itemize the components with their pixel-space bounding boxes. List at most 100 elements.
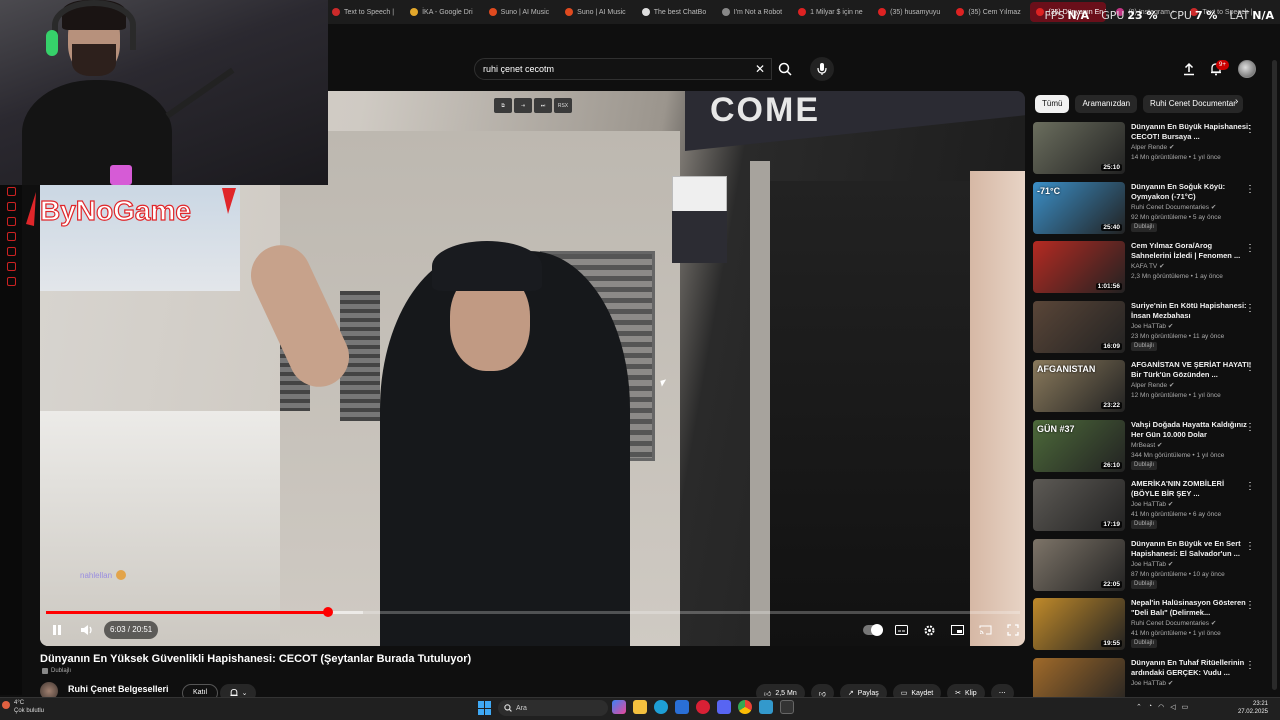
more-options-icon[interactable]: ⋮: [1245, 124, 1255, 135]
video-thumbnail[interactable]: 16:09: [1033, 300, 1125, 353]
terminal-icon[interactable]: [780, 700, 794, 714]
upload-button[interactable]: [1180, 60, 1198, 78]
browser-tab[interactable]: I'm Not a Robot: [716, 2, 788, 22]
video-thumbnail[interactable]: 1:01:56: [1033, 241, 1125, 293]
recommendation-channel[interactable]: MrBeast: [1131, 442, 1155, 449]
store-icon[interactable]: [675, 700, 689, 714]
copilot-icon[interactable]: [612, 700, 626, 714]
recommendation-item[interactable]: 16:09 Suriye'nin En Kötü Hapishanesi: İns…: [1033, 300, 1263, 361]
recommendation-title[interactable]: Dünyanın En Soğuk Köyü: Oymyakon (-71°C): [1131, 182, 1253, 202]
strip-icon[interactable]: [6, 277, 16, 286]
recommendation-title[interactable]: AFGANİSTAN VE ŞERİAT HAYATI! Bir Türk'ün…: [1131, 360, 1253, 380]
pause-button[interactable]: [46, 620, 68, 640]
recommendation-title[interactable]: Dünyanın En Büyük ve En Sert Hapishanesi…: [1131, 539, 1253, 559]
browser-tab[interactable]: Suno | AI Music: [559, 2, 632, 22]
chip-channel[interactable]: Ruhi Cenet Documentar: [1143, 95, 1243, 113]
recommendation-channel[interactable]: Joe HaTTab: [1131, 501, 1166, 508]
recommendation-title[interactable]: Suriye'nin En Kötü Hapishanesi: İnsan Me…: [1131, 301, 1253, 321]
more-options-icon[interactable]: ⋮: [1245, 303, 1255, 314]
browser-tab[interactable]: 1 Milyar $ için ne: [792, 2, 868, 22]
miniplayer-button[interactable]: [946, 620, 968, 640]
more-options-icon[interactable]: ⋮: [1245, 600, 1255, 611]
page-scrollbar[interactable]: [1272, 60, 1277, 690]
discord-icon[interactable]: [717, 700, 731, 714]
file-explorer-icon[interactable]: [633, 700, 647, 714]
video-thumbnail[interactable]: AFGANISTAN 23:22: [1033, 360, 1125, 412]
recommendation-title[interactable]: Dünyanın En Büyük Hapishanesi: CECOT! Bu…: [1131, 122, 1253, 142]
settings-button[interactable]: [918, 620, 940, 640]
pip-button[interactable]: ⧉: [494, 98, 512, 113]
video-thumbnail[interactable]: -71°C 25:40: [1033, 181, 1125, 234]
video-thumbnail[interactable]: 19:55: [1033, 598, 1125, 650]
wifi-icon[interactable]: ◠: [1158, 703, 1164, 711]
more-options-icon[interactable]: ⋮: [1245, 243, 1255, 254]
edge-icon[interactable]: [654, 700, 668, 714]
more-options-icon[interactable]: ⋮: [1245, 660, 1255, 671]
more-options-icon[interactable]: ⋮: [1245, 422, 1255, 433]
start-button[interactable]: [478, 701, 492, 715]
video-thumbnail[interactable]: 17:19: [1033, 479, 1125, 531]
recommendation-title[interactable]: Dünyanın En Tuhaf Ritüellerinin ardındak…: [1131, 658, 1253, 678]
channel-name[interactable]: Ruhi Çenet Belgeselleri: [68, 684, 169, 694]
recommendation-title[interactable]: AMERİKA'NIN ZOMBİLERİ (BÖYLE BİR ŞEY ...: [1131, 479, 1253, 499]
pip-button[interactable]: ⇥: [514, 98, 532, 113]
account-avatar[interactable]: [1238, 60, 1256, 78]
video-thumbnail[interactable]: 22:05: [1033, 538, 1125, 591]
voice-search-button[interactable]: [810, 57, 834, 81]
strip-icon[interactable]: [6, 217, 16, 226]
strip-icon[interactable]: [6, 262, 16, 271]
video-thumbnail[interactable]: GÜN #37 26:10: [1033, 419, 1125, 472]
taskbar-search[interactable]: Ara: [498, 700, 608, 716]
recommendation-channel[interactable]: Joe HaTTab: [1131, 323, 1166, 330]
browser-tab[interactable]: Text to Speech |: [326, 2, 400, 22]
recommendation-item[interactable]: 17:19 AMERİKA'NIN ZOMBİLERİ (BÖYLE BİR ŞE…: [1033, 479, 1263, 539]
recommendation-item[interactable]: GÜN #37 26:10 Vahşi Doğada Hayatta Kaldığı…: [1033, 419, 1263, 480]
strip-icon[interactable]: [6, 202, 16, 211]
subtitles-button[interactable]: [890, 620, 912, 640]
browser-tab[interactable]: (35) Cem Yılmaz: [950, 2, 1026, 22]
more-options-icon[interactable]: ⋮: [1245, 481, 1255, 492]
recommendation-channel[interactable]: Ruhi Cenet Documentaries: [1131, 620, 1209, 627]
fullscreen-button[interactable]: [1002, 620, 1024, 640]
recommendation-channel[interactable]: Joe HaTTab: [1131, 680, 1166, 687]
recommendation-item[interactable]: 19:55 Nepal'in Halüsinasyon Gösteren "Del…: [1033, 598, 1263, 658]
more-options-icon[interactable]: ⋮: [1245, 184, 1255, 195]
search-input[interactable]: ruhi çenet cecotm: [483, 64, 749, 74]
search-box[interactable]: ruhi çenet cecotm ✕: [474, 58, 772, 80]
browser-tab[interactable]: The best ChatBo: [636, 2, 712, 22]
recommendation-item[interactable]: -71°C 25:40 Dünyanın En Soğuk Köyü: Oymyak…: [1033, 181, 1263, 242]
recommendation-channel[interactable]: KAFA TV: [1131, 263, 1157, 270]
recommendation-item[interactable]: 1:01:56 Cem Yılmaz Gora/Arog Sahnelerini …: [1033, 241, 1263, 301]
chip-from-search[interactable]: Aramanızdan: [1075, 95, 1138, 113]
taskbar-clock[interactable]: 23:21 27.02.2025: [1228, 700, 1268, 716]
recommendation-channel[interactable]: Joe HaTTab: [1131, 561, 1166, 568]
browser-tab[interactable]: İKA - Google Dri: [404, 2, 479, 22]
speaker-icon[interactable]: ◁: [1170, 703, 1175, 711]
volume-button[interactable]: [76, 620, 98, 640]
battery-icon[interactable]: ▭: [1182, 703, 1189, 711]
recommendation-channel[interactable]: Ruhi Cenet Documentaries: [1131, 204, 1209, 211]
recommendation-item[interactable]: 22:05 Dünyanın En Büyük ve En Sert Hapish…: [1033, 538, 1263, 599]
cast-button[interactable]: [974, 620, 996, 640]
chevron-right-icon[interactable]: ›: [1235, 96, 1249, 112]
clear-search-button[interactable]: ✕: [749, 58, 771, 80]
weather-widget[interactable]: 4°C Çok bulutlu: [14, 699, 44, 715]
more-options-icon[interactable]: ⋮: [1245, 541, 1255, 552]
chip-all[interactable]: Tümü: [1035, 95, 1070, 113]
recommendation-title[interactable]: Nepal'in Halüsinasyon Gösteren "Deli Bal…: [1131, 598, 1253, 618]
recommendation-title[interactable]: Vahşi Doğada Hayatta Kaldığınız Her Gün …: [1131, 420, 1253, 440]
recommendation-item[interactable]: 25:10 Dünyanın En Büyük Hapishanesi: CECO…: [1033, 122, 1263, 182]
search-button[interactable]: [772, 58, 798, 80]
chrome-icon[interactable]: [738, 700, 752, 714]
browser-tab[interactable]: Suno | AI Music: [483, 2, 556, 22]
recommendation-item[interactable]: AFGANISTAN 23:22 AFGANİSTAN VE ŞERİAT HAYA…: [1033, 360, 1263, 420]
strip-icon[interactable]: [6, 247, 16, 256]
strip-icon[interactable]: [6, 187, 16, 196]
app-icon[interactable]: [759, 700, 773, 714]
recommendation-title[interactable]: Cem Yılmaz Gora/Arog Sahnelerini İzledi …: [1131, 241, 1253, 261]
pip-button[interactable]: RSX: [554, 98, 572, 113]
more-options-icon[interactable]: ⋮: [1245, 362, 1255, 373]
opera-icon[interactable]: [696, 700, 710, 714]
video-thumbnail[interactable]: 25:10: [1033, 122, 1125, 174]
pip-button[interactable]: ⏭: [534, 98, 552, 113]
